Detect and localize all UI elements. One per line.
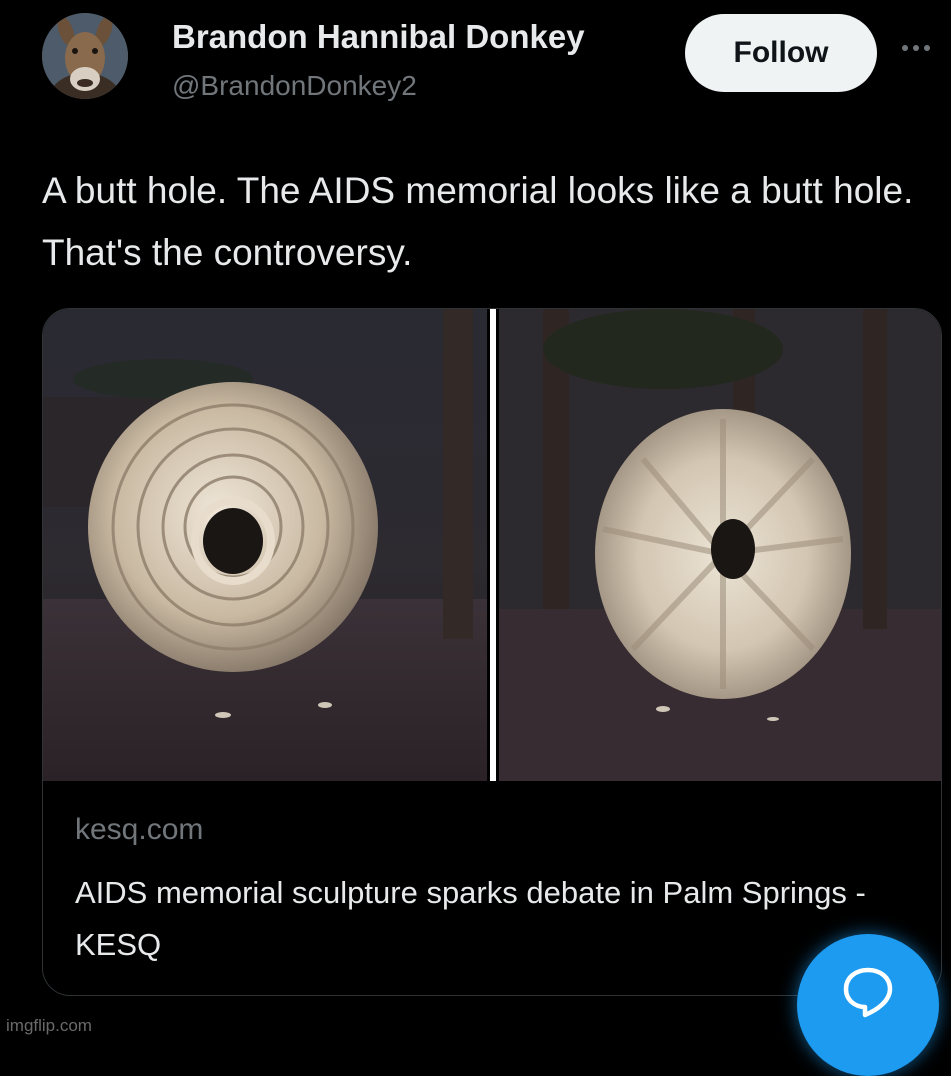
speech-bubble-icon — [843, 967, 893, 1018]
link-card[interactable]: kesq.com AIDS memorial sculpture sparks … — [42, 308, 942, 996]
more-dot — [924, 45, 930, 51]
more-dot — [902, 45, 908, 51]
imgflip-watermark: imgflip.com — [6, 1016, 92, 1035]
compose-reply-button[interactable] — [797, 934, 939, 1076]
more-horizontal-icon[interactable] — [902, 38, 942, 58]
author-handle[interactable]: @BrandonDonkey2 — [172, 70, 417, 102]
link-card-image[interactable] — [43, 309, 941, 781]
author-display-name[interactable]: Brandon Hannibal Donkey — [172, 18, 585, 56]
link-card-title: AIDS memorial sculpture sparks debate in… — [75, 875, 866, 962]
link-card-domain: kesq.com — [75, 813, 204, 846]
tweet-text: A butt hole. The AIDS memorial looks lik… — [42, 170, 914, 273]
more-dot — [913, 45, 919, 51]
follow-button[interactable]: Follow — [685, 14, 877, 92]
author-avatar[interactable] — [42, 13, 128, 99]
